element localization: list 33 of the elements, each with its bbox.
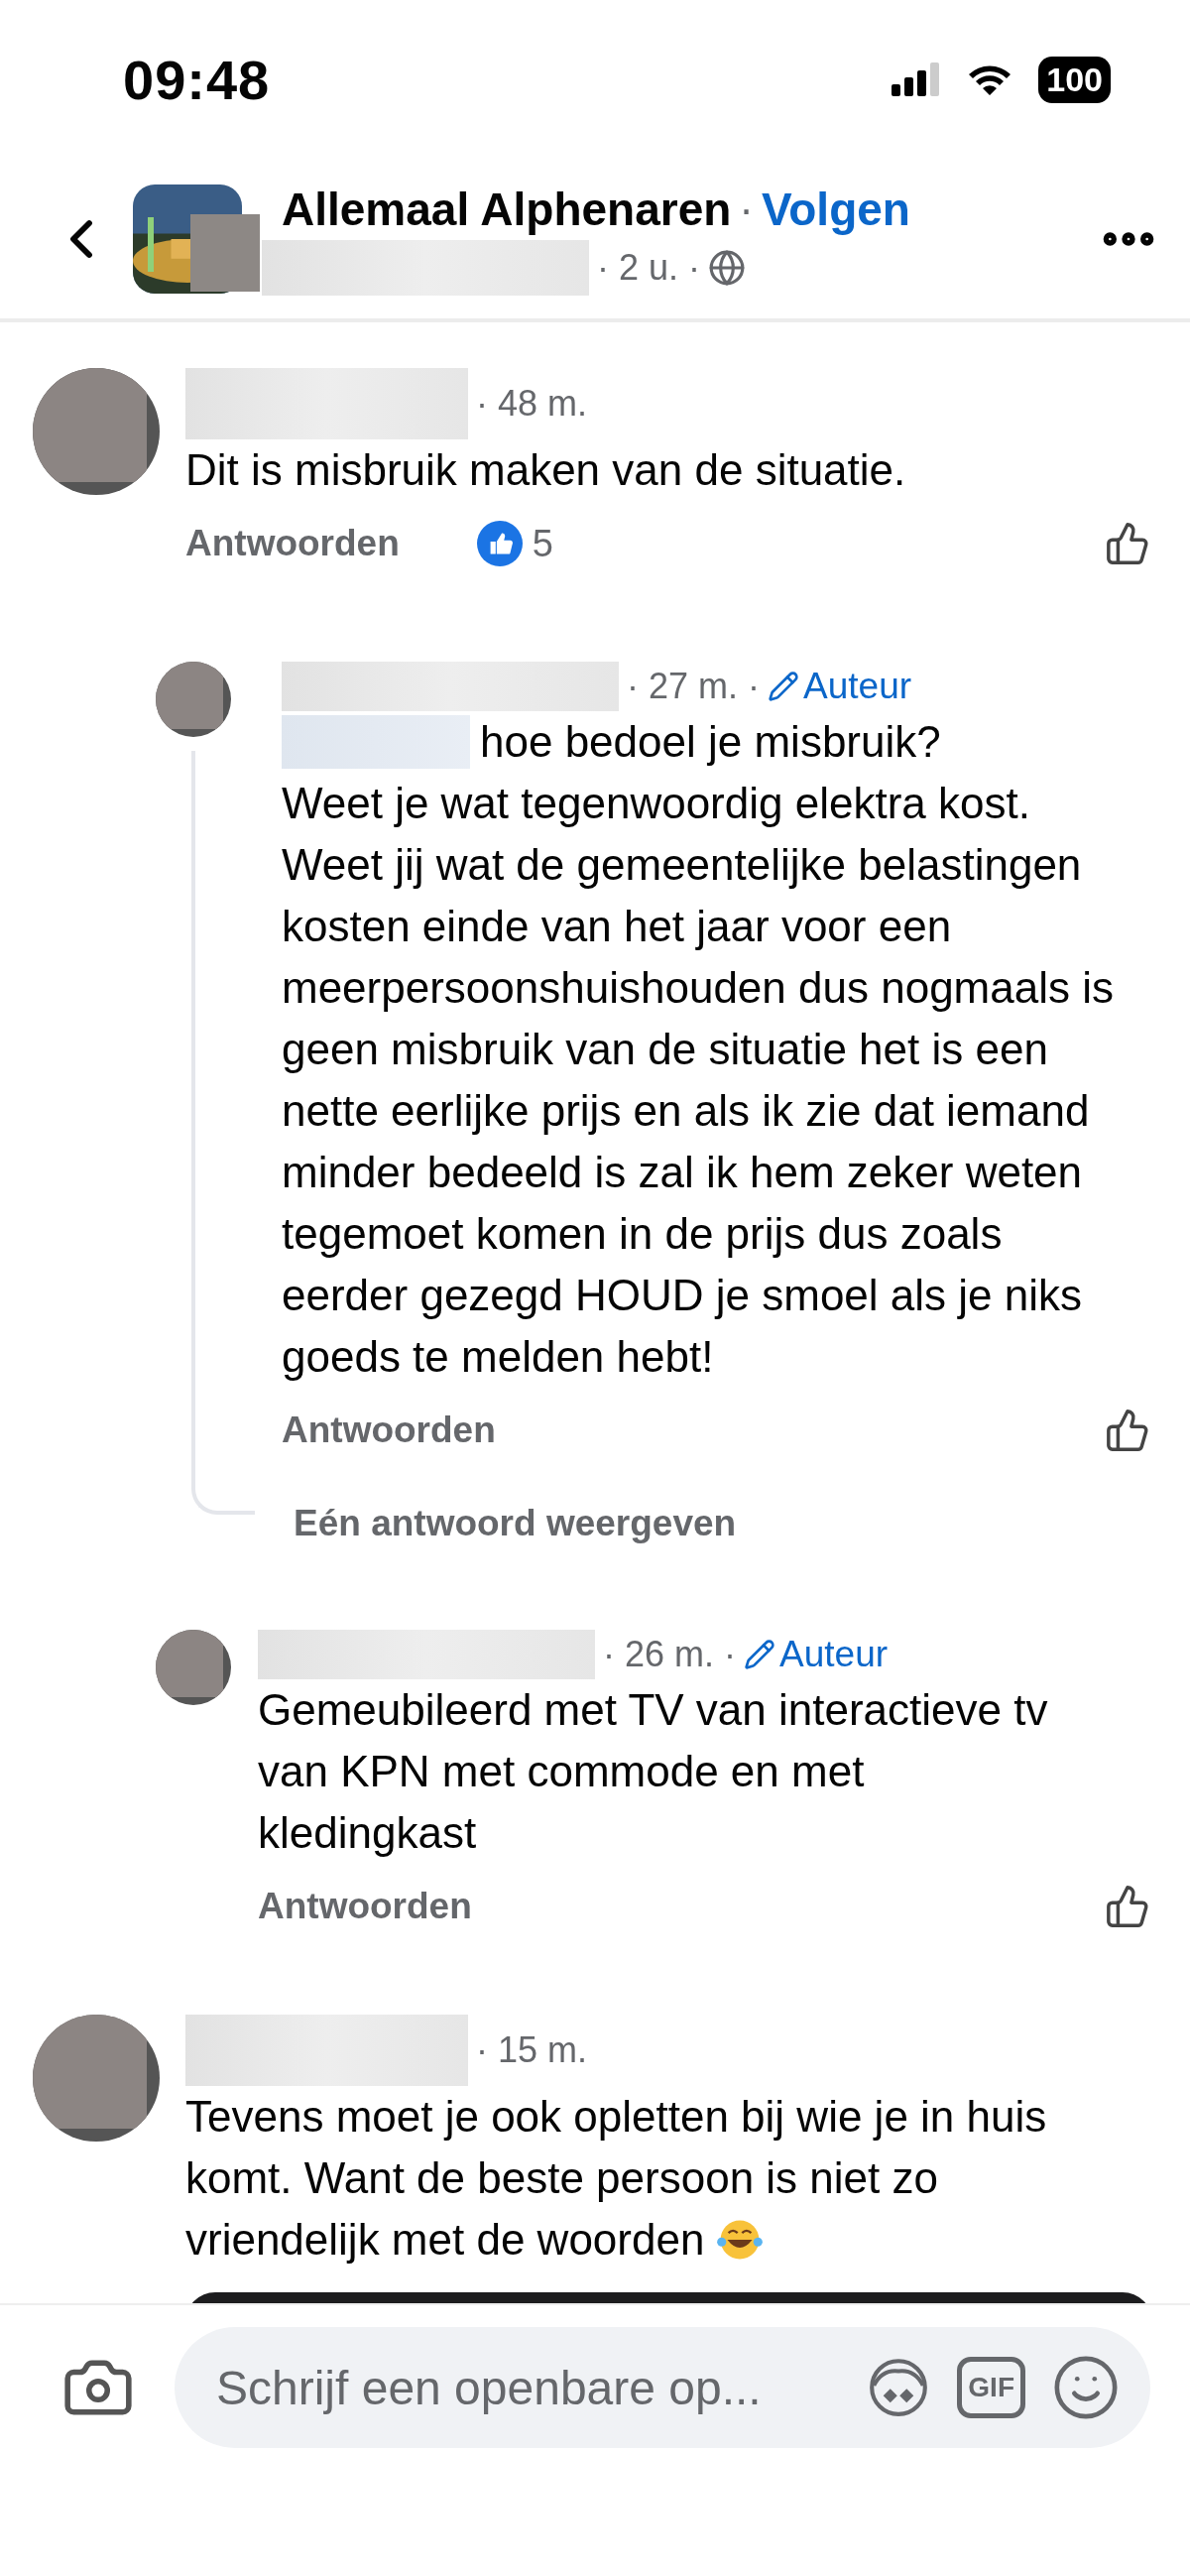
post-time: · 2 u. · xyxy=(597,246,701,289)
status-time: 09:48 xyxy=(123,47,271,112)
reply-link[interactable]: Antwoorden xyxy=(282,1410,496,1451)
reply-link[interactable]: Antwoorden xyxy=(185,523,400,564)
comment-text: Dit is misbruik maken van de situatie. xyxy=(185,444,907,496)
pencil-icon xyxy=(744,1639,775,1670)
follow-link[interactable]: Volgen xyxy=(762,182,910,236)
pencil-icon xyxy=(768,671,799,702)
like-icon[interactable] xyxy=(1105,1884,1150,1929)
reply-link[interactable]: Antwoorden xyxy=(258,1886,472,1927)
globe-icon xyxy=(708,248,747,287)
like-icon[interactable] xyxy=(1105,1408,1150,1453)
comment-text: Gemeubileerd met TV van interactieve tv van KPN met commode en met kledingkast xyxy=(258,1684,1049,1859)
comment-field[interactable]: Schrijf een openbare op... GIF xyxy=(175,2327,1150,2448)
comment-text: Tevens moet je ook opletten bij wie je in huis komt. Want de beste persoon is niet zo vriendelijk met de woorden xyxy=(185,2091,1048,2266)
like-icon[interactable] xyxy=(1105,521,1150,566)
separator: · xyxy=(739,184,754,234)
comment-time: · 15 m. xyxy=(476,2029,588,2071)
author-label: Auteur xyxy=(803,666,912,707)
signal-icon xyxy=(892,62,942,96)
comment-time: · 48 m. xyxy=(476,383,588,425)
like-reaction-icon xyxy=(476,521,523,566)
group-name[interactable]: Allemaal Alphenaren xyxy=(282,182,732,236)
gif-button[interactable]: GIF xyxy=(957,2357,1025,2418)
comment-text: Weet je wat tegenwoordig elektra kost. Weet jij wat de gemeentelijke belastingen kosten einde van het jaar voor een meerpersoonshuishouden dus nogmaals is geen misbruik van de situatie het is een nette eerlijke prijs en als ik zie dat iemand minder bedeeld is zal ik hem zeker weten tegemoet komen in de prijs dus zoals eerder gezegd HOUD je smoel als je niks goeds te melden hebt! xyxy=(282,778,1115,1383)
wifi-icon xyxy=(967,62,1013,96)
author-label: Auteur xyxy=(779,1634,889,1675)
comment-time: · 26 m. · xyxy=(603,1634,736,1675)
battery-indicator: 100 xyxy=(1038,56,1111,103)
comment-time: · 27 m. · xyxy=(627,666,760,707)
comment-text: hoe bedoel je misbruik? xyxy=(480,716,941,768)
reaction-count: 5 xyxy=(532,522,553,565)
show-replies-link[interactable]: Eén antwoord weergeven xyxy=(294,1503,737,1543)
